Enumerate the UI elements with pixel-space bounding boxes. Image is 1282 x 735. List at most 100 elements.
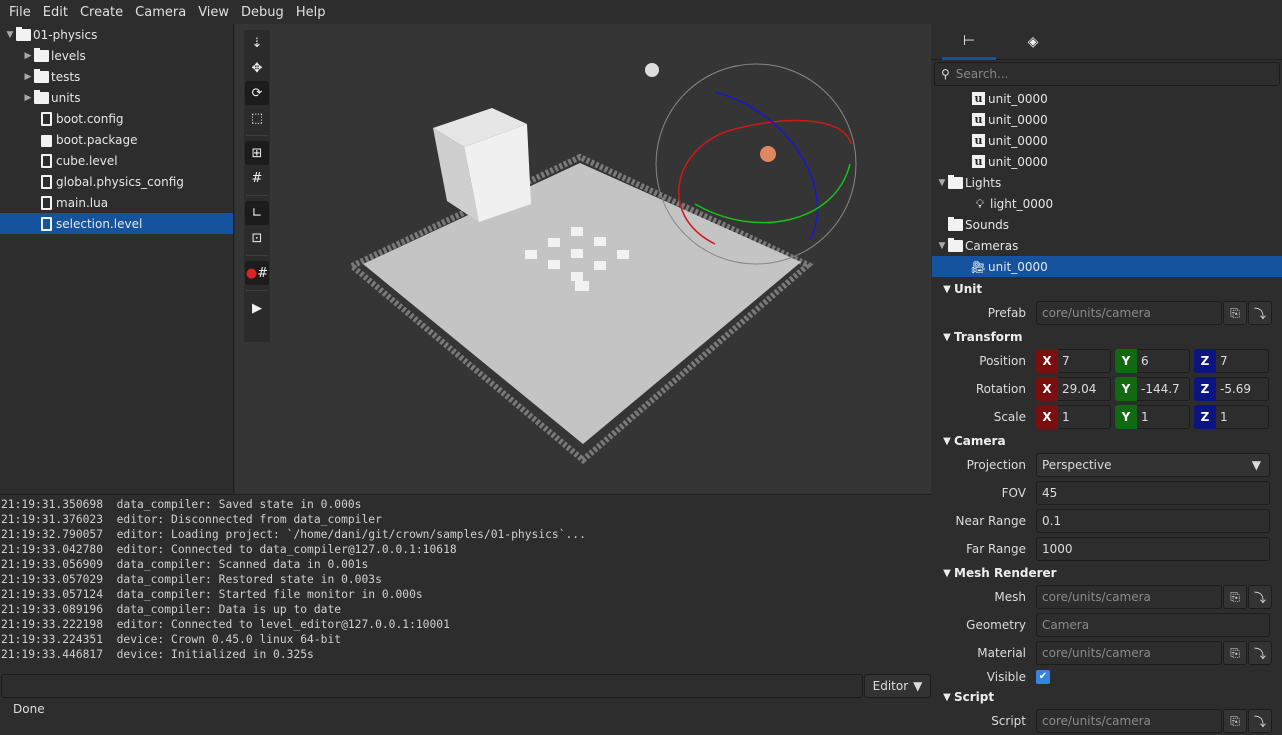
menu-view[interactable]: View: [192, 5, 235, 20]
menu-bar: File Edit Create Camera View Debug Help: [0, 0, 1282, 24]
tree-label: main.lua: [56, 195, 109, 210]
tab-scene-tree[interactable]: ⊢: [942, 24, 996, 60]
rotation-x-field[interactable]: 29.04: [1058, 377, 1111, 401]
tree-file[interactable]: main.lua: [0, 192, 233, 213]
section-title: Unit: [954, 282, 983, 296]
script-field[interactable]: core/units/camera: [1036, 709, 1222, 733]
lightbulb-icon: 💡︎: [975, 196, 985, 211]
snap-to-grid-button[interactable]: ⊞: [245, 141, 269, 165]
console-input[interactable]: [1, 674, 863, 698]
tree-folder-units[interactable]: ▶ units: [0, 87, 233, 108]
prefab-field[interactable]: core/units/camera: [1036, 301, 1222, 325]
section-transform[interactable]: ▼ Transform: [932, 327, 1282, 347]
list-item[interactable]: u unit_0000: [932, 130, 1282, 151]
expand-arrow-icon: ▼: [943, 331, 951, 343]
list-item-selected[interactable]: 🎥︎ unit_0000: [932, 256, 1282, 277]
level-viewport[interactable]: [235, 24, 931, 494]
tree-folder-lights[interactable]: ▼ Lights: [932, 172, 1282, 193]
tree-file[interactable]: global.physics_config: [0, 171, 233, 192]
snap-magnet-button[interactable]: ● #: [245, 261, 269, 285]
section-script[interactable]: ▼ Script: [932, 687, 1282, 707]
open-file-button[interactable]: ⎘: [1223, 641, 1247, 665]
menu-debug[interactable]: Debug: [235, 5, 290, 20]
place-tool-button[interactable]: ⇣: [245, 31, 269, 55]
prop-script: Script core/units/camera ⎘ ⤵: [932, 707, 1282, 735]
position-y-field[interactable]: 6: [1137, 349, 1190, 373]
tree-file-selected[interactable]: selection.level: [0, 213, 233, 234]
section-mesh-renderer[interactable]: ▼ Mesh Renderer: [932, 563, 1282, 583]
scale-tool-button[interactable]: ⬚: [245, 106, 269, 130]
tree-file[interactable]: boot.package: [0, 129, 233, 150]
revert-button[interactable]: ⤵: [1248, 641, 1272, 665]
tree-folder-cameras[interactable]: ▼ Cameras: [932, 235, 1282, 256]
play-button[interactable]: ▶: [245, 296, 269, 320]
log-line: 21:19:32.790057 editor: Loading project:…: [1, 528, 586, 541]
list-item[interactable]: u unit_0000: [932, 88, 1282, 109]
collapse-arrow-icon[interactable]: ▶: [22, 51, 34, 61]
log-line: 21:19:33.224351 device: Crown 0.45.0 lin…: [1, 633, 342, 646]
menu-camera[interactable]: Camera: [129, 5, 192, 20]
move-tool-button[interactable]: ✥: [245, 56, 269, 80]
expand-arrow-icon[interactable]: ▼: [936, 178, 948, 188]
rotation-y-field[interactable]: -144.7: [1137, 377, 1190, 401]
tree-label: selection.level: [56, 216, 143, 231]
revert-button[interactable]: ⤵: [1248, 301, 1272, 325]
prop-label: Mesh: [994, 590, 1026, 604]
expand-arrow-icon[interactable]: ▼: [936, 241, 948, 251]
prop-label: Visible: [986, 670, 1026, 684]
scale-z-field[interactable]: 1: [1216, 405, 1269, 429]
folder-icon: [16, 26, 31, 41]
menu-edit[interactable]: Edit: [37, 5, 74, 20]
section-unit[interactable]: ▼ Unit: [932, 279, 1282, 299]
open-file-button[interactable]: ⎘: [1223, 301, 1247, 325]
prop-position: Position X7 Y6 Z7: [932, 347, 1282, 375]
menu-create[interactable]: Create: [74, 5, 129, 20]
list-item[interactable]: u unit_0000: [932, 151, 1282, 172]
prop-rotation: Rotation X 29.04 Y -144.7 Z -5.69: [932, 375, 1282, 403]
geometry-field[interactable]: Camera: [1036, 613, 1270, 637]
far-range-field[interactable]: 1000: [1036, 537, 1270, 561]
script-icon: [41, 195, 52, 210]
tab-layers[interactable]: ◈: [1006, 24, 1060, 60]
revert-button[interactable]: ⤵: [1248, 585, 1272, 609]
collapse-arrow-icon[interactable]: ▶: [22, 93, 34, 103]
menu-help[interactable]: Help: [290, 5, 332, 20]
revert-button[interactable]: ⤵: [1248, 709, 1272, 733]
menu-file[interactable]: File: [3, 5, 37, 20]
tree-folder-levels[interactable]: ▶ levels: [0, 45, 233, 66]
fov-field[interactable]: 45: [1036, 481, 1270, 505]
tree-folder-tests[interactable]: ▶ tests: [0, 66, 233, 87]
tree-folder-sounds[interactable]: Sounds: [932, 214, 1282, 235]
position-x-field[interactable]: 7: [1058, 349, 1111, 373]
section-title: Transform: [954, 330, 1023, 344]
projection-dropdown[interactable]: Perspective ▼: [1036, 453, 1270, 477]
open-file-button[interactable]: ⎘: [1223, 709, 1247, 733]
material-field[interactable]: core/units/camera: [1036, 641, 1222, 665]
tree-root[interactable]: ▼ 01-physics: [0, 24, 233, 45]
position-z-field[interactable]: 7: [1216, 349, 1269, 373]
grid-icon[interactable]: #: [245, 166, 269, 190]
open-file-button[interactable]: ⎘: [1223, 585, 1247, 609]
visible-checkbox[interactable]: ✔: [1036, 670, 1050, 684]
prop-label: Position: [979, 354, 1026, 368]
reference-world-button[interactable]: ∟: [245, 201, 269, 225]
rotation-z-field[interactable]: -5.69: [1216, 377, 1269, 401]
near-range-field[interactable]: 0.1: [1036, 509, 1270, 533]
rotate-tool-button[interactable]: ⟳: [245, 81, 269, 105]
list-item[interactable]: 💡︎ light_0000: [932, 193, 1282, 214]
tree-file[interactable]: boot.config: [0, 108, 233, 129]
reference-local-button[interactable]: ⊡: [245, 226, 269, 250]
mesh-field[interactable]: core/units/camera: [1036, 585, 1222, 609]
search-icon: ⚲: [941, 67, 950, 81]
log-line: 21:19:33.057029 data_compiler: Restored …: [1, 573, 382, 586]
scale-x-field[interactable]: 1: [1058, 405, 1111, 429]
console-target-dropdown[interactable]: Editor ▼: [864, 674, 931, 698]
search-input[interactable]: ⚲ Search...: [934, 62, 1280, 86]
tree-file[interactable]: cube.level: [0, 150, 233, 171]
scene-tree: u unit_0000 u unit_0000 u unit_0000 u unit_0…: [932, 88, 1282, 277]
scale-y-field[interactable]: 1: [1137, 405, 1190, 429]
collapse-arrow-icon[interactable]: ▶: [22, 72, 34, 82]
expand-arrow-icon[interactable]: ▼: [4, 30, 16, 40]
list-item[interactable]: u unit_0000: [932, 109, 1282, 130]
section-camera[interactable]: ▼ Camera: [932, 431, 1282, 451]
